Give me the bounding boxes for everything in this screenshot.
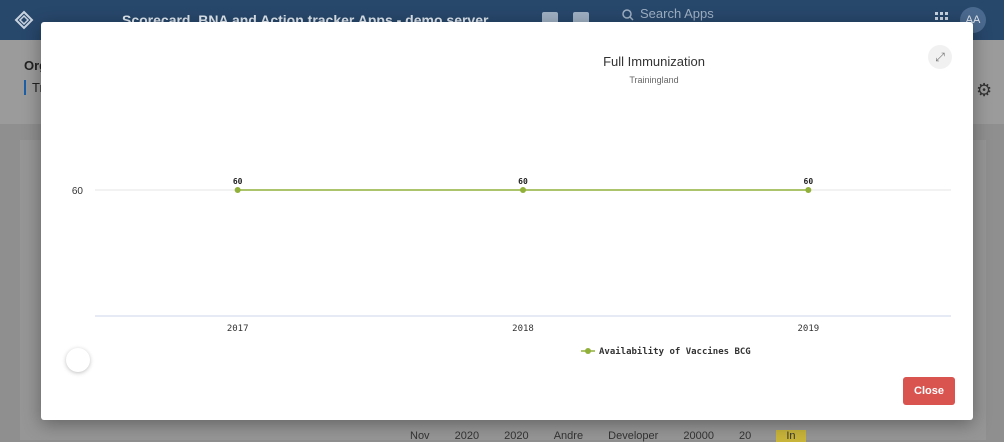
- chart-subtitle: Trainingland: [629, 75, 679, 85]
- table-cell: Nov: [410, 430, 430, 442]
- data-label: 60: [804, 177, 814, 186]
- x-tick-label: 2017: [227, 324, 249, 334]
- data-point: [234, 187, 241, 193]
- table-cell: 20: [739, 430, 752, 442]
- table-cell: 20000: [683, 430, 714, 442]
- chart-title: Full Immunization: [603, 54, 705, 69]
- table-cell: 2020: [454, 430, 480, 442]
- close-button[interactable]: Close: [903, 377, 955, 405]
- chart-modal: 60 2017 2018 2019 60 60 60 Availability of Vacc…: [41, 22, 973, 420]
- legend-marker: [585, 348, 591, 354]
- search-apps[interactable]: Search Apps: [622, 6, 714, 21]
- data-point: [805, 187, 812, 193]
- data-label: 60: [518, 177, 528, 186]
- search-icon: [622, 8, 634, 21]
- loading-indicator: [66, 348, 90, 372]
- table-cell: Developer: [608, 430, 659, 442]
- search-placeholder: Search Apps: [640, 6, 714, 21]
- data-label: 60: [233, 177, 243, 186]
- table-cell: 2020: [504, 430, 529, 442]
- table-row: Nov 2020 2020 Andre Developer 20000 20 I…: [410, 430, 828, 442]
- x-tick-label: 2018: [512, 324, 534, 334]
- app-logo-icon[interactable]: [14, 10, 34, 30]
- expand-button[interactable]: ⤢: [928, 45, 952, 69]
- x-tick-label: 2019: [797, 324, 819, 334]
- table-cell: Andre: [553, 430, 584, 442]
- legend-label: Availability of Vaccines BCG: [599, 346, 751, 357]
- expand-icon: ⤢: [935, 50, 945, 64]
- y-tick-label: 60: [72, 186, 84, 197]
- status-badge: In: [776, 430, 806, 442]
- data-point: [520, 187, 526, 193]
